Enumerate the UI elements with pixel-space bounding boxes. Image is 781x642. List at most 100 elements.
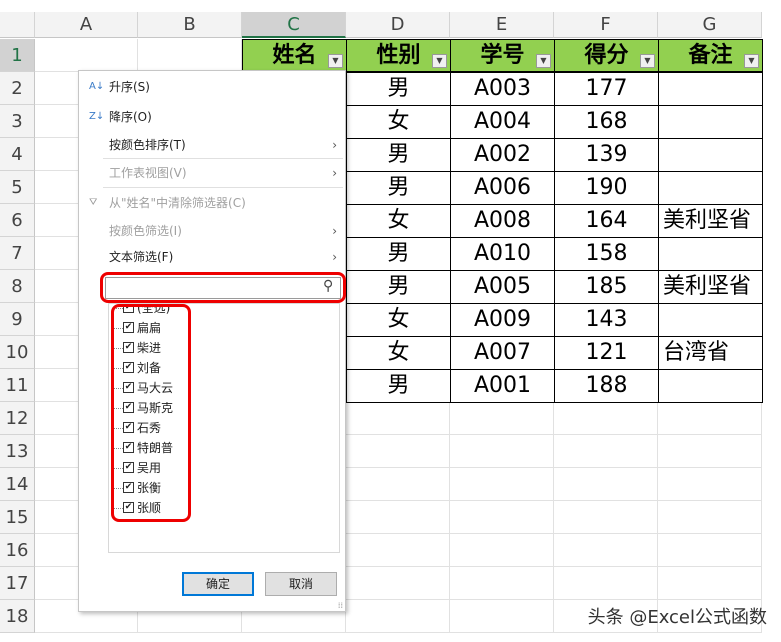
clear-filter[interactable]: ⛛ 从"姓名"中清除筛选器(C) [79,191,345,215]
row-header-6[interactable]: 6 [0,204,35,237]
cell[interactable] [658,435,762,468]
cell[interactable] [450,501,554,534]
column-header-G[interactable]: G [658,12,762,38]
data-cell[interactable]: 男 [346,270,451,304]
data-cell[interactable]: 台湾省 [658,336,763,370]
cell[interactable] [658,534,762,567]
column-header-C[interactable]: C [242,12,346,38]
row-header-13[interactable]: 13 [0,435,35,468]
cell[interactable] [658,468,762,501]
cell[interactable] [554,435,658,468]
column-header-E[interactable]: E [450,12,554,38]
row-header-16[interactable]: 16 [0,534,35,567]
cell[interactable] [450,402,554,435]
filter-by-color[interactable]: 按颜色筛选(I) › [79,219,345,243]
data-cell[interactable]: A008 [450,204,555,238]
cell[interactable] [554,501,658,534]
data-cell[interactable]: 美利坚省 [658,204,763,238]
data-cell[interactable]: 男 [346,171,451,205]
filter-dropdown-button[interactable]: ▼ [328,54,343,68]
data-cell[interactable]: A007 [450,336,555,370]
data-cell[interactable] [658,369,763,403]
data-cell[interactable]: 男 [346,138,451,172]
text-filter[interactable]: 文本筛选(F) › [79,245,345,269]
cell[interactable] [346,534,450,567]
data-cell[interactable] [658,72,763,106]
data-cell[interactable]: A009 [450,303,555,337]
data-cell[interactable] [658,303,763,337]
cell[interactable] [554,534,658,567]
row-header-11[interactable]: 11 [0,369,35,402]
cell[interactable] [554,468,658,501]
row-header-1[interactable]: 1 [0,39,35,72]
cell[interactable] [450,600,554,633]
data-cell[interactable] [658,105,763,139]
data-cell[interactable]: 男 [346,237,451,271]
filter-dropdown-button[interactable]: ▼ [536,54,551,68]
row-header-4[interactable]: 4 [0,138,35,171]
cell[interactable] [346,402,450,435]
filter-dropdown-button[interactable]: ▼ [432,54,447,68]
data-cell[interactable]: 女 [346,105,451,139]
cell[interactable] [658,567,762,600]
column-header-D[interactable]: D [346,12,450,38]
sort-ascending[interactable]: A↓ 升序(S) [79,75,345,99]
data-cell[interactable]: 177 [554,72,659,106]
sheet-view[interactable]: 工作表视图(V) › [79,161,345,185]
cell[interactable] [346,600,450,633]
data-cell[interactable]: A004 [450,105,555,139]
cell[interactable] [35,39,138,72]
data-cell[interactable]: 188 [554,369,659,403]
data-cell[interactable]: 女 [346,204,451,238]
header-cell[interactable]: 姓名 ▼ [242,39,347,72]
data-cell[interactable] [658,138,763,172]
data-cell[interactable]: 女 [346,303,451,337]
column-header-B[interactable]: B [138,12,242,38]
data-cell[interactable]: 121 [554,336,659,370]
cell[interactable] [346,468,450,501]
ok-button[interactable]: 确定 [182,572,254,596]
data-cell[interactable]: A002 [450,138,555,172]
data-cell[interactable]: 185 [554,270,659,304]
header-cell[interactable]: 备注 ▼ [658,39,763,72]
cell[interactable] [450,534,554,567]
data-cell[interactable]: 158 [554,237,659,271]
row-header-5[interactable]: 5 [0,171,35,204]
header-cell[interactable]: 学号 ▼ [450,39,555,72]
column-header-F[interactable]: F [554,12,658,38]
data-cell[interactable]: 164 [554,204,659,238]
data-cell[interactable]: A010 [450,237,555,271]
filter-dropdown-button[interactable]: ▼ [640,54,655,68]
data-cell[interactable]: 139 [554,138,659,172]
data-cell[interactable]: A006 [450,171,555,205]
corner-select-all[interactable] [0,12,35,38]
row-header-8[interactable]: 8 [0,270,35,303]
data-cell[interactable]: A003 [450,72,555,106]
header-cell[interactable]: 性别 ▼ [346,39,451,72]
header-cell[interactable]: 得分 ▼ [554,39,659,72]
row-header-9[interactable]: 9 [0,303,35,336]
cell[interactable] [450,435,554,468]
row-header-2[interactable]: 2 [0,72,35,105]
row-header-10[interactable]: 10 [0,336,35,369]
sort-descending[interactable]: Z↓ 降序(O) [79,105,345,129]
data-cell[interactable]: 男 [346,369,451,403]
filter-dropdown-button[interactable]: ▼ [744,54,759,68]
cell[interactable] [346,501,450,534]
data-cell[interactable] [658,171,763,205]
data-cell[interactable]: 168 [554,105,659,139]
row-header-15[interactable]: 15 [0,501,35,534]
row-header-3[interactable]: 3 [0,105,35,138]
cell[interactable] [554,567,658,600]
data-cell[interactable]: A001 [450,369,555,403]
data-cell[interactable]: 143 [554,303,659,337]
cancel-button[interactable]: 取消 [265,572,337,596]
cell[interactable] [138,39,242,72]
row-header-18[interactable]: 18 [0,600,35,633]
data-cell[interactable]: A005 [450,270,555,304]
data-cell[interactable]: 美利坚省 [658,270,763,304]
data-cell[interactable] [658,237,763,271]
row-header-12[interactable]: 12 [0,402,35,435]
column-header-A[interactable]: A [35,12,138,38]
cell[interactable] [450,567,554,600]
